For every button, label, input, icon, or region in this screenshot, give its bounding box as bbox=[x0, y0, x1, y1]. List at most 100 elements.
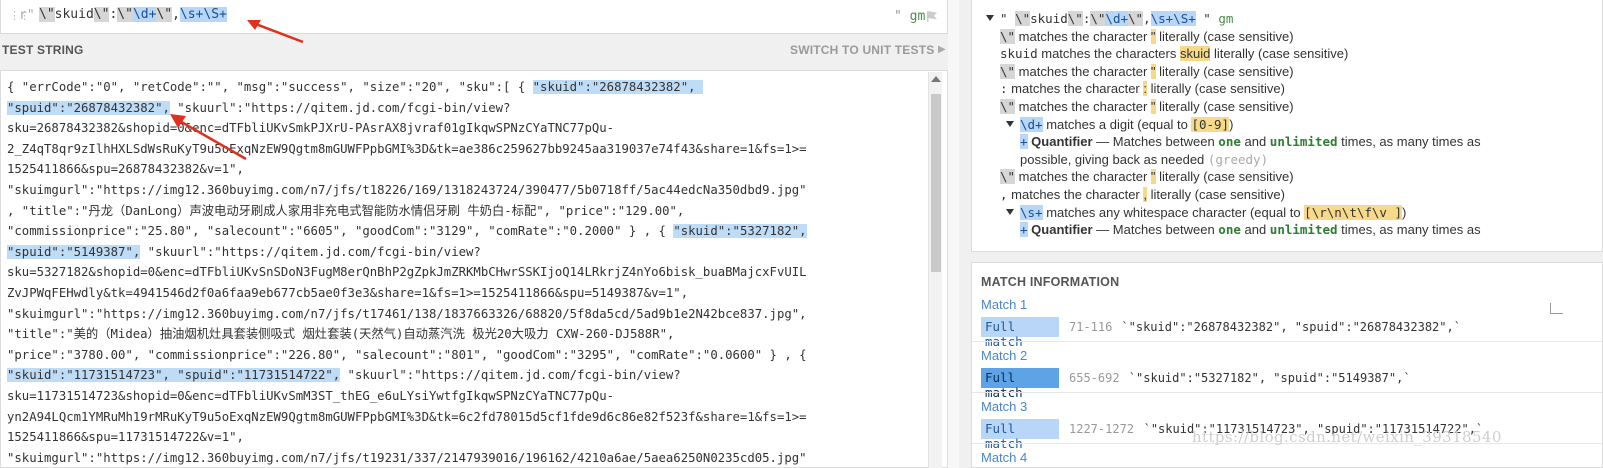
match-highlight: "spuid":"26878432382", bbox=[7, 100, 170, 115]
regex-token[interactable]: \" bbox=[93, 7, 110, 22]
explanation-fragment: , bbox=[1000, 187, 1008, 202]
explanation-line: \" matches the character " literally (ca… bbox=[1000, 168, 1294, 185]
scroll-up-icon[interactable] bbox=[931, 76, 941, 82]
full-match-badge[interactable]: Full match bbox=[981, 419, 1059, 451]
flags-quote: " bbox=[894, 9, 902, 24]
explanation-line: \" matches the character " literally (ca… bbox=[1000, 98, 1294, 115]
regex-token[interactable]: \" bbox=[156, 7, 173, 22]
match-highlight: "skuid":"5327182", bbox=[673, 224, 807, 239]
line-text: 1525411866&spu=26878432382&v=1", bbox=[7, 162, 244, 177]
line-text: "skuimgurl":"https://img12.360buyimg.com… bbox=[7, 306, 807, 321]
explanation-fragment: \" bbox=[1090, 11, 1106, 26]
line-text: sku=5327182&shopid=0&enc=dTFbliUKvSnSDoN… bbox=[7, 265, 807, 280]
test-string-line[interactable]: { "errCode":"0", "retCode":"", "msg":"su… bbox=[7, 77, 925, 98]
explanation-fragment: gm bbox=[1218, 11, 1234, 26]
line-text: "skuurl":"https://qitem.jd.com/fcgi-bin/… bbox=[140, 244, 481, 259]
test-string-line[interactable]: 2_Z4qT8qr9zIlhHXLSdWsRuKyT9u5oExqNzEW9Qg… bbox=[7, 139, 925, 160]
explanation-fragment: \" bbox=[1067, 11, 1083, 26]
test-string-scrollbar[interactable] bbox=[928, 72, 942, 468]
explanation-line: + Quantifier — Matches between one and u… bbox=[1020, 221, 1481, 238]
export-icon[interactable] bbox=[1550, 303, 1563, 314]
regex-flags[interactable]: " gm bbox=[894, 9, 925, 24]
explanation-fragment: Quantifier bbox=[1031, 222, 1093, 238]
test-string-line[interactable]: 1525411866&spu=11731514722&v=1", bbox=[7, 427, 925, 448]
test-string-line[interactable]: sku=5327182&shopid=0&enc=dTFbliUKvSnSDoN… bbox=[7, 262, 925, 283]
match-highlight: "skuid":"11731514723", "spuid":"11731514… bbox=[7, 368, 341, 383]
regex-delimiter: r" bbox=[19, 8, 35, 23]
switch-to-unit-tests-link[interactable]: SWITCH TO UNIT TESTS bbox=[790, 43, 934, 57]
explanation-fragment: + bbox=[1020, 134, 1028, 150]
explanation-fragment: literally (case sensitive) bbox=[1155, 28, 1294, 44]
match-label[interactable]: Match 1 bbox=[981, 297, 1027, 312]
test-string-line[interactable]: sku=11731514723&shopid=0&enc=dTFbliUKvSm… bbox=[7, 386, 925, 407]
flag-icon[interactable] bbox=[927, 11, 937, 22]
explanation-fragment: ) bbox=[1229, 116, 1234, 132]
explanation-fragment: one bbox=[1218, 134, 1241, 150]
explanation-fragment: matches the character bbox=[1015, 169, 1151, 185]
match-text: `"skuid":"5327182", "spuid":"5149387",` bbox=[1128, 371, 1411, 385]
regex-token[interactable]: \" bbox=[39, 7, 55, 22]
explanation-fragment: literally (case sensitive) bbox=[1155, 169, 1294, 185]
left-pane: ⋮⋮ r" \"skuid\":\"\d+\",\s+\S+ " gm TEST… bbox=[0, 0, 948, 468]
expand-triangle-icon[interactable] bbox=[1006, 208, 1014, 215]
explanation-fragment: possible, giving back as needed bbox=[1020, 151, 1208, 167]
explanation-fragment: \" bbox=[1015, 11, 1031, 26]
explanation-fragment: and bbox=[1240, 222, 1270, 238]
test-string-line[interactable]: "spuid":"26878432382", "skuurl":"https:/… bbox=[7, 98, 925, 119]
test-string-header: TEST STRING SWITCH TO UNIT TESTS ▶ bbox=[0, 42, 948, 60]
regex-token[interactable]: , bbox=[172, 7, 180, 22]
match-range: 71-116 bbox=[1069, 320, 1113, 334]
regex-token[interactable]: \d+ bbox=[132, 7, 157, 22]
test-string-line[interactable]: "skuimgurl":"https://img12.360buyimg.com… bbox=[7, 180, 925, 201]
test-string-title: TEST STRING bbox=[2, 43, 84, 57]
explanation-fragment: — Matches between bbox=[1092, 134, 1219, 150]
regex-token[interactable]: skuid bbox=[55, 7, 94, 22]
expand-triangle-icon[interactable] bbox=[1006, 120, 1014, 127]
test-string-line[interactable]: "skuimgurl":"https://img12.360buyimg.com… bbox=[7, 304, 925, 325]
explanation-fragment: \" bbox=[1000, 63, 1016, 79]
test-string-content[interactable]: { "errCode":"0", "retCode":"", "msg":"su… bbox=[7, 77, 925, 467]
regex-token[interactable]: \s+\S+ bbox=[179, 7, 227, 22]
test-string-line[interactable]: "price":"3780.00", "commissionprice":"22… bbox=[7, 345, 925, 366]
full-match-badge[interactable]: Full match bbox=[981, 317, 1059, 349]
line-text: 1525411866&spu=11731514722&v=1", bbox=[7, 430, 244, 445]
test-string-line[interactable]: "commissionprice":"25.80", "salecount":"… bbox=[7, 221, 925, 242]
match-separator bbox=[972, 341, 1603, 342]
test-string-editor[interactable]: { "errCode":"0", "retCode":"", "msg":"su… bbox=[0, 70, 948, 468]
regex-expression[interactable]: \"skuid\":\"\d+\",\s+\S+ bbox=[39, 7, 227, 22]
chevron-right-icon[interactable]: ▶ bbox=[938, 44, 946, 55]
match-range: 655-692 bbox=[1069, 371, 1120, 385]
explanation-fragment: \d+ bbox=[1020, 116, 1043, 132]
explanation-line: , matches the character , literally (cas… bbox=[1000, 186, 1285, 203]
regex-input-bar[interactable]: ⋮⋮ r" \"skuid\":\"\d+\",\s+\S+ " gm bbox=[0, 0, 948, 34]
explanation-fragment: matches any whitespace character (equal … bbox=[1042, 204, 1305, 220]
match-label[interactable]: Match 4 bbox=[981, 450, 1027, 465]
explanation-fragment: skuid bbox=[1179, 46, 1211, 62]
explanation-fragment: \d+ bbox=[1105, 11, 1128, 26]
explanation-fragment: literally (case sensitive) bbox=[1155, 63, 1294, 79]
line-text: { "errCode":"0", "retCode":"", "msg":"su… bbox=[7, 80, 533, 94]
explanation-fragment: \s+ bbox=[1020, 204, 1043, 220]
test-string-line[interactable]: sku=26878432382&shopid=0&enc=dTFbliUKvSm… bbox=[7, 118, 925, 139]
test-string-line[interactable]: , "title":"丹龙（DanLong）声波电动牙刷成人家用非充电式智能防水… bbox=[7, 201, 925, 222]
line-text: "title":"美的（Midea）抽油烟机灶具套装侧吸式 烟灶套装(天然气)自… bbox=[7, 327, 675, 342]
test-string-line[interactable]: 1525411866&spu=26878432382&v=1", bbox=[7, 159, 925, 180]
explanation-line: \d+ matches a digit (equal to [0-9]) bbox=[1006, 116, 1233, 133]
test-string-line[interactable]: "skuimgurl":"https://img12.360buyimg.com… bbox=[7, 448, 925, 467]
expand-triangle-icon[interactable] bbox=[986, 15, 994, 21]
test-string-line[interactable]: "skuid":"11731514723", "spuid":"11731514… bbox=[7, 365, 925, 386]
explanation-fragment: unlimited bbox=[1269, 134, 1338, 150]
match-label[interactable]: Match 2 bbox=[981, 348, 1027, 363]
test-string-line[interactable]: yn2A94LQcm1YMRuMh19rMRuKyT9u5oExqNzEW9Qg… bbox=[7, 407, 925, 428]
scrollbar-thumb[interactable] bbox=[931, 94, 941, 272]
flags-value[interactable]: gm bbox=[910, 9, 926, 24]
explanation-fragment: literally (case sensitive) bbox=[1147, 81, 1285, 97]
explanation-line: \s+ matches any whitespace character (eq… bbox=[1006, 204, 1406, 221]
match-label[interactable]: Match 3 bbox=[981, 399, 1027, 414]
test-string-line[interactable]: "spuid":"5149387", "skuurl":"https://qit… bbox=[7, 242, 925, 263]
match-highlight: "skuid":"26878432382", bbox=[532, 80, 703, 94]
regex-token[interactable]: \" bbox=[117, 7, 133, 22]
test-string-line[interactable]: ZvJPWqFEHwdly&tk=4941546d2f0a6faa9eb677c… bbox=[7, 283, 925, 304]
full-match-badge[interactable]: Full match bbox=[981, 368, 1059, 400]
test-string-line[interactable]: "title":"美的（Midea）抽油烟机灶具套装侧吸式 烟灶套装(天然气)自… bbox=[7, 324, 925, 345]
